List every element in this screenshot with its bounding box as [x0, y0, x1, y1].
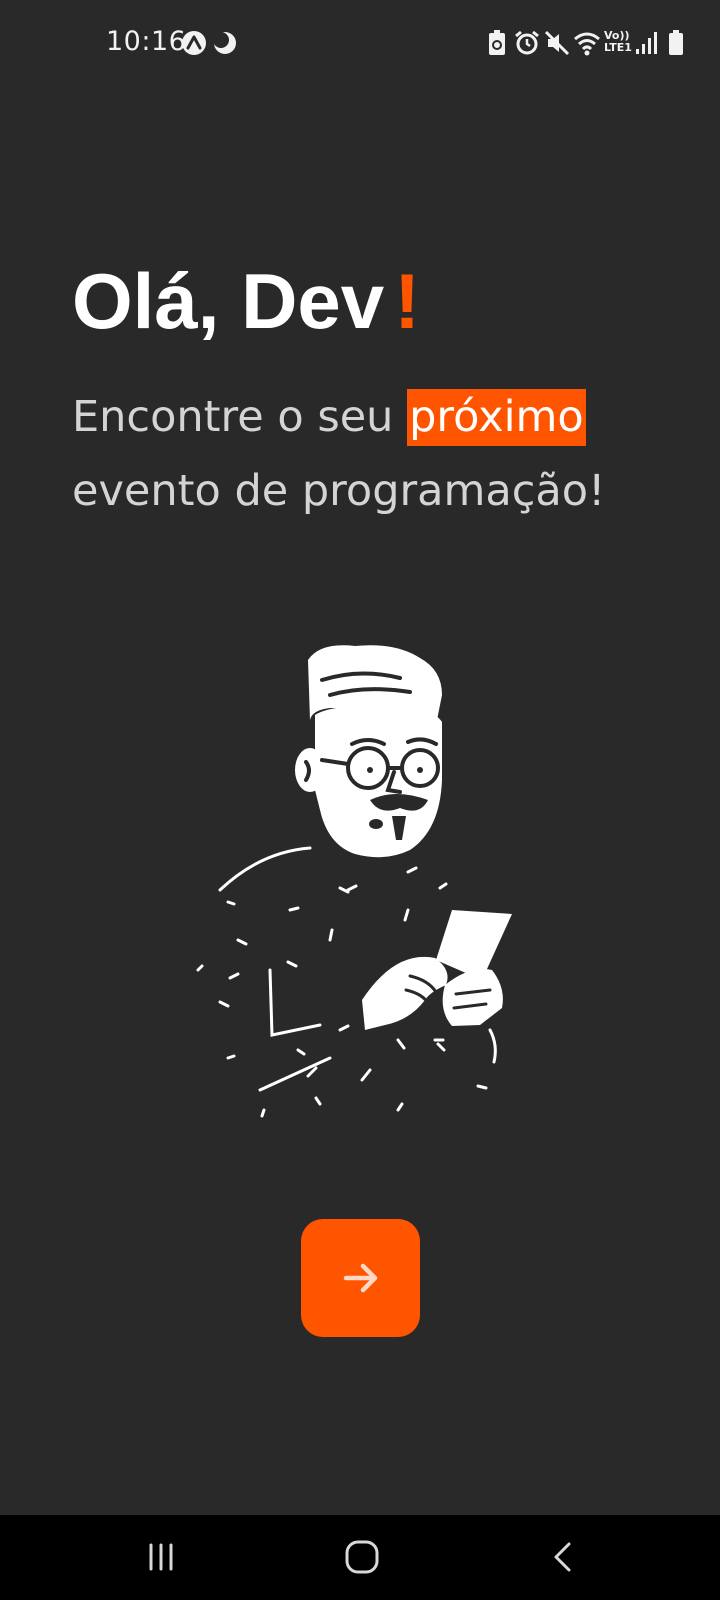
- arrow-right-icon: [343, 1263, 377, 1293]
- subtitle: Encontre o seu próximo evento de program…: [72, 380, 672, 528]
- developer-with-phone-illustration: [196, 645, 512, 1118]
- status-bar: 10:16 Vo)) LTE1: [0, 0, 720, 90]
- signal-icon: [636, 32, 657, 54]
- recent-apps-button[interactable]: [121, 1525, 201, 1589]
- subtitle-text-start: Encontre o seu: [72, 392, 408, 442]
- battery-saver-icon: [489, 30, 505, 55]
- next-button[interactable]: [301, 1219, 420, 1337]
- greeting-exclamation: !: [394, 257, 421, 345]
- app-notification-icon: [182, 31, 206, 55]
- status-time: 10:16: [106, 26, 187, 57]
- greeting-title: Olá, Dev!: [72, 256, 420, 346]
- back-button[interactable]: [524, 1525, 604, 1589]
- night-mode-icon: [213, 32, 236, 54]
- lte-label: LTE1: [604, 41, 632, 54]
- greeting-text: Olá, Dev: [72, 257, 385, 345]
- recent-apps-icon: [149, 1543, 173, 1571]
- mute-icon: [544, 30, 570, 56]
- home-icon: [345, 1540, 379, 1574]
- wifi-icon: [574, 32, 600, 56]
- navigation-bar: [0, 1515, 720, 1600]
- subtitle-highlight: próximo: [407, 389, 586, 446]
- home-button[interactable]: [322, 1525, 402, 1589]
- battery-icon: [669, 30, 683, 55]
- volte-lte-icon: Vo)) LTE1: [604, 30, 634, 54]
- back-icon: [554, 1542, 571, 1572]
- subtitle-text-end: evento de programação!: [72, 466, 606, 516]
- alarm-icon: [515, 30, 539, 55]
- welcome-screen: 10:16 Vo)) LTE1 Olá, Dev ! Encontre o se…: [0, 0, 720, 1600]
